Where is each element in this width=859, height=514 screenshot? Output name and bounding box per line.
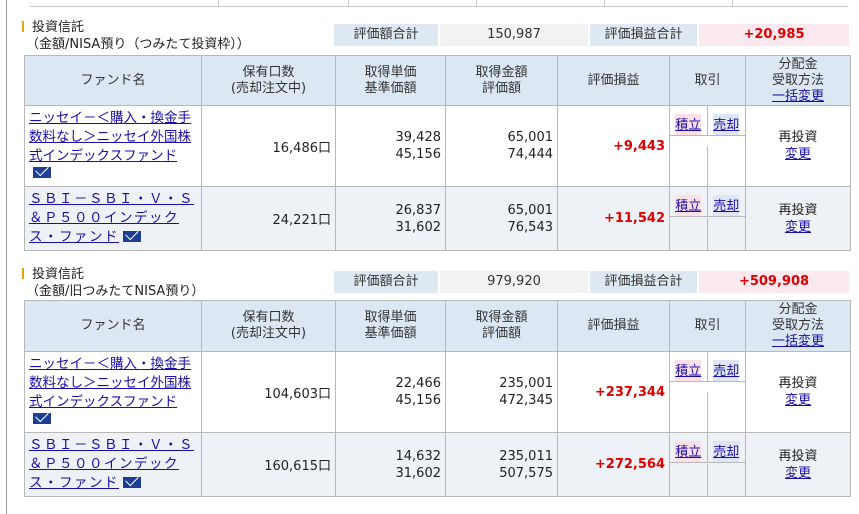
price-cell: 22,466 45,156 bbox=[335, 351, 446, 433]
gain-cell: +272,564 bbox=[557, 432, 670, 497]
sell-button[interactable]: 売却 bbox=[713, 195, 740, 216]
mail-icon[interactable] bbox=[123, 231, 141, 242]
section-title: 投資信託 （金額/NISA預り（つみたて投資枠）） bbox=[22, 19, 250, 53]
sell-button[interactable]: 売却 bbox=[713, 114, 740, 135]
total-value: 979,920 bbox=[440, 271, 588, 293]
mail-icon[interactable] bbox=[123, 477, 141, 488]
col-amount: 取得金額 評価額 bbox=[445, 55, 558, 106]
header-row: ファンド名 保有口数 (売却注文中) 取得単価 基準価額 取得金額 評価額 評価損益 … bbox=[24, 55, 851, 106]
total-value: 150,987 bbox=[440, 24, 588, 46]
distribution-cell: 再投資 変更 bbox=[745, 351, 851, 433]
fund-name-link[interactable]: ニッセイ－＜購入・換金手数料なし＞ニッセイ外国株式インデックスファンド bbox=[29, 110, 191, 164]
quantity-cell: 24,221口 bbox=[201, 186, 336, 251]
col-amount: 取得金額 評価額 bbox=[445, 300, 558, 352]
trade-cell: 積立 売却 bbox=[669, 105, 746, 187]
quantity-cell: 104,603口 bbox=[201, 351, 336, 433]
tsumitate-button[interactable]: 積立 bbox=[675, 114, 702, 135]
sell-button[interactable]: 売却 bbox=[713, 360, 740, 381]
distribution-cell: 再投資 変更 bbox=[745, 432, 851, 497]
fund-name-link[interactable]: ニッセイ－＜購入・換金手数料なし＞ニッセイ外国株式インデックスファンド bbox=[29, 356, 191, 410]
mail-icon[interactable] bbox=[33, 167, 51, 178]
fund-name-cell: ニッセイ－＜購入・換金手数料なし＞ニッセイ外国株式インデックスファンド bbox=[24, 105, 202, 187]
col-fund-name: ファンド名 bbox=[24, 300, 202, 352]
col-trade: 取引 bbox=[669, 55, 746, 106]
total-value-label: 評価額合計 bbox=[334, 24, 438, 46]
amount-cell: 235,001 472,345 bbox=[445, 351, 558, 433]
total-gain-label: 評価損益合計 bbox=[590, 24, 697, 46]
sell-button[interactable]: 売却 bbox=[713, 441, 740, 462]
amount-cell: 235,011 507,575 bbox=[445, 432, 558, 497]
col-distribution: 分配金 受取方法 一括変更 bbox=[745, 55, 851, 106]
table-row: ニッセイ－＜購入・換金手数料なし＞ニッセイ外国株式インデックスファンド 104,… bbox=[24, 351, 851, 433]
trade-cell: 積立 売却 bbox=[669, 432, 746, 497]
trade-cell: 積立 売却 bbox=[669, 186, 746, 251]
tsumitate-button[interactable]: 積立 bbox=[675, 441, 702, 462]
col-quantity: 保有口数 (売却注文中) bbox=[201, 300, 336, 352]
holdings-table: ファンド名 保有口数 (売却注文中) 取得単価 基準価額 取得金額 評価額 評価損益 … bbox=[24, 300, 851, 497]
col-price: 取得単価 基準価額 bbox=[335, 300, 446, 352]
amount-cell: 65,001 76,543 bbox=[445, 186, 558, 251]
total-gain: +509,908 bbox=[699, 271, 849, 293]
col-quantity: 保有口数 (売却注文中) bbox=[201, 55, 336, 106]
price-cell: 26,837 31,602 bbox=[335, 186, 446, 251]
bulk-change-link[interactable]: 一括変更 bbox=[772, 89, 824, 104]
total-gain: +20,985 bbox=[699, 24, 849, 46]
amount-cell: 65,001 74,444 bbox=[445, 105, 558, 187]
section-title: 投資信託 （金額/旧つみたてNISA預り） bbox=[22, 266, 204, 300]
table-row: ＳＢＩ－ＳＢＩ・Ｖ・Ｓ＆Ｐ５００インデックス・ファンド 24,221口 26,8… bbox=[24, 186, 851, 251]
tsumitate-button[interactable]: 積立 bbox=[675, 360, 702, 381]
holdings-table: ファンド名 保有口数 (売却注文中) 取得単価 基準価額 取得金額 評価額 評価損益 … bbox=[24, 55, 851, 251]
accent-bar bbox=[22, 268, 24, 279]
col-gain: 評価損益 bbox=[557, 55, 670, 106]
mail-icon[interactable] bbox=[33, 413, 51, 424]
quantity-cell: 16,486口 bbox=[201, 105, 336, 187]
total-value-label: 評価額合計 bbox=[334, 271, 438, 293]
table-row: ニッセイ－＜購入・換金手数料なし＞ニッセイ外国株式インデックスファンド 16,4… bbox=[24, 105, 851, 187]
col-distribution: 分配金 受取方法 一括変更 bbox=[745, 300, 851, 352]
header-row: ファンド名 保有口数 (売却注文中) 取得単価 基準価額 取得金額 評価額 評価損益 … bbox=[24, 300, 851, 352]
change-link[interactable]: 変更 bbox=[785, 147, 811, 162]
bulk-change-link[interactable]: 一括変更 bbox=[772, 334, 824, 349]
price-cell: 39,428 45,156 bbox=[335, 105, 446, 187]
col-trade: 取引 bbox=[669, 300, 746, 352]
change-link[interactable]: 変更 bbox=[785, 220, 811, 235]
col-fund-name: ファンド名 bbox=[24, 55, 202, 106]
fund-name-link[interactable]: ＳＢＩ－ＳＢＩ・Ｖ・Ｓ＆Ｐ５００インデックス・ファンド bbox=[29, 191, 194, 245]
fund-name-link[interactable]: ＳＢＩ－ＳＢＩ・Ｖ・Ｓ＆Ｐ５００インデックス・ファンド bbox=[29, 437, 194, 491]
table-row: ＳＢＩ－ＳＢＩ・Ｖ・Ｓ＆Ｐ５００インデックス・ファンド 160,615口 14,… bbox=[24, 432, 851, 497]
gain-cell: +9,443 bbox=[557, 105, 670, 187]
previous-table-edge bbox=[30, 0, 848, 7]
change-link[interactable]: 変更 bbox=[785, 393, 811, 408]
accent-bar bbox=[22, 21, 24, 32]
col-price: 取得単価 基準価額 bbox=[335, 55, 446, 106]
tsumitate-button[interactable]: 積立 bbox=[675, 195, 702, 216]
col-gain: 評価損益 bbox=[557, 300, 670, 352]
fund-name-cell: ニッセイ－＜購入・換金手数料なし＞ニッセイ外国株式インデックスファンド bbox=[24, 351, 202, 433]
distribution-cell: 再投資 変更 bbox=[745, 186, 851, 251]
fund-name-cell: ＳＢＩ－ＳＢＩ・Ｖ・Ｓ＆Ｐ５００インデックス・ファンド bbox=[24, 432, 202, 497]
total-gain-label: 評価損益合計 bbox=[590, 271, 697, 293]
gain-cell: +237,344 bbox=[557, 351, 670, 433]
fund-name-cell: ＳＢＩ－ＳＢＩ・Ｖ・Ｓ＆Ｐ５００インデックス・ファンド bbox=[24, 186, 202, 251]
change-link[interactable]: 変更 bbox=[785, 466, 811, 481]
price-cell: 14,632 31,602 bbox=[335, 432, 446, 497]
distribution-cell: 再投資 変更 bbox=[745, 105, 851, 187]
page-left-border bbox=[6, 0, 7, 514]
trade-cell: 積立 売却 bbox=[669, 351, 746, 433]
quantity-cell: 160,615口 bbox=[201, 432, 336, 497]
gain-cell: +11,542 bbox=[557, 186, 670, 251]
